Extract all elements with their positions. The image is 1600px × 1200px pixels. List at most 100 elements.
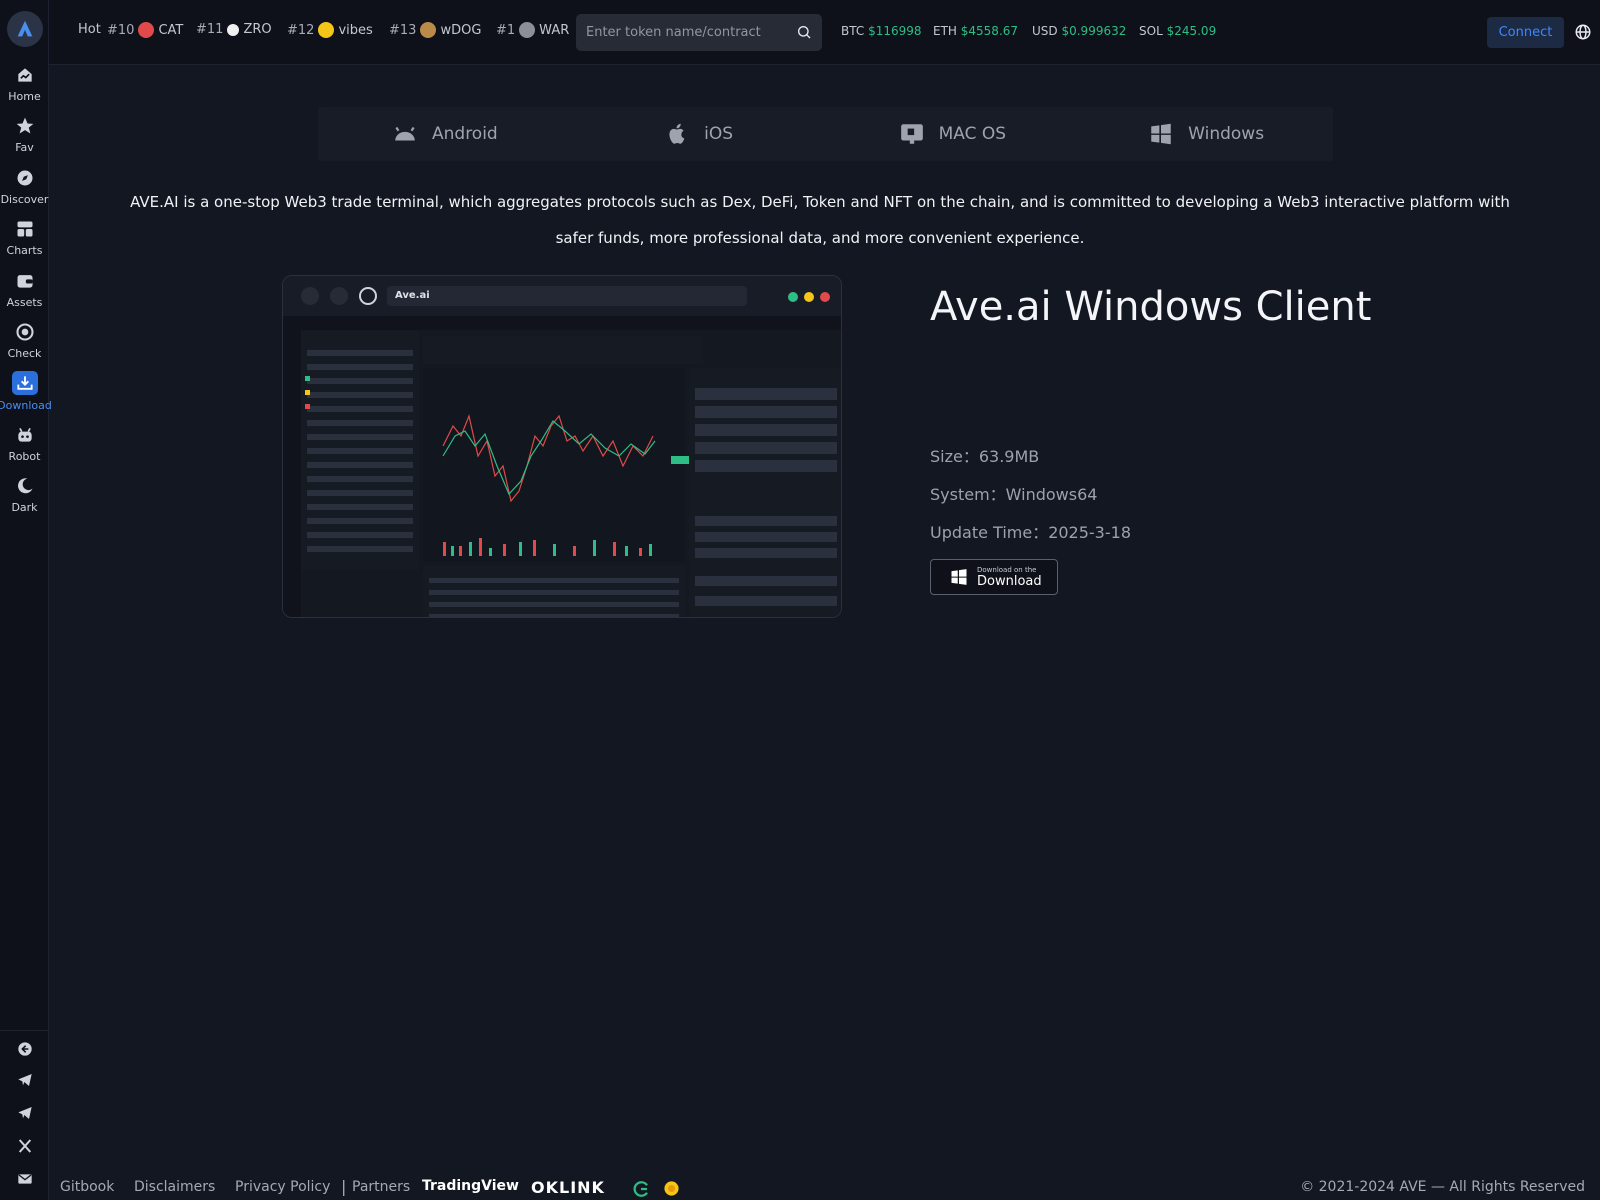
sidebar-item-label: Discover <box>0 193 49 206</box>
ticker-item[interactable]: #1 WAR <box>496 22 569 38</box>
ticker-rank: #1 <box>496 22 516 38</box>
price-value: $245.09 <box>1166 24 1217 38</box>
price-usd: USD $0.999632 <box>1032 24 1126 38</box>
hot-label: Hot <box>78 22 101 37</box>
sidebar-item-download[interactable]: Download <box>0 371 52 419</box>
telegram-link[interactable] <box>0 1068 49 1092</box>
windows-icon <box>951 569 967 585</box>
android-icon <box>395 126 415 141</box>
price-symbol: BTC <box>841 24 865 38</box>
footer-link-privacy-policy[interactable]: Privacy Policy <box>235 1179 330 1195</box>
sidebar-item-charts[interactable]: Charts <box>0 218 49 266</box>
compass-icon <box>14 167 36 189</box>
connect-button[interactable]: Connect <box>1487 17 1564 48</box>
price-value: $0.999632 <box>1061 24 1127 38</box>
moon-icon <box>14 475 36 497</box>
partner-logo-icon[interactable] <box>663 1180 680 1197</box>
price-btc: BTC $116998 <box>841 24 922 38</box>
tab-android[interactable]: Android <box>318 107 572 161</box>
preview-url: Ave.ai <box>387 286 747 306</box>
sidebar-divider <box>0 1030 49 1031</box>
ticker-symbol: vibes <box>338 22 373 38</box>
sidebar: Home Fav Discover Charts Assets Check Do… <box>0 0 52 1200</box>
window-maximize-icon <box>788 292 798 302</box>
ticker-symbol: wDOG <box>440 22 482 38</box>
oklink-logo[interactable]: OKLINK <box>531 1178 605 1197</box>
tab-macos[interactable]: MAC OS <box>826 107 1080 161</box>
sidebar-item-label: Charts <box>6 244 43 257</box>
download-button[interactable]: Download on the Download <box>930 559 1058 595</box>
ticker-rank: #10 <box>107 22 135 38</box>
ticker-symbol: CAT <box>158 22 184 38</box>
client-update-time: Update Time：2025-3-18 <box>930 523 1131 542</box>
reload-icon <box>359 287 377 305</box>
price-value: $116998 <box>868 24 922 38</box>
sidebar-item-label: Assets <box>6 296 43 309</box>
ticker-symbol: ZRO <box>243 22 272 37</box>
price-symbol: ETH <box>933 24 957 38</box>
apple-icon <box>669 123 685 144</box>
telegram-icon <box>17 1074 32 1086</box>
mail-link[interactable] <box>0 1167 49 1191</box>
copyright-text: © 2021-2024 AVE — All Rights Reserved <box>1300 1179 1585 1195</box>
radar-icon <box>14 321 36 343</box>
telegram-icon <box>17 1107 32 1119</box>
back-icon <box>301 287 319 305</box>
ticker-rank: #11 <box>196 22 224 37</box>
tab-windows[interactable]: Windows <box>1079 107 1333 161</box>
x-link[interactable] <box>0 1134 49 1158</box>
search-input[interactable] <box>586 25 786 40</box>
download-icon <box>11 371 38 395</box>
token-avatar-icon <box>227 23 240 36</box>
price-value: $4558.67 <box>960 24 1019 38</box>
price-eth: ETH $4558.67 <box>933 24 1018 38</box>
window-minimize-icon <box>804 292 814 302</box>
sidebar-item-label: Download <box>0 399 52 412</box>
ticker-symbol: WAR <box>539 22 570 38</box>
ave-logo[interactable] <box>7 11 43 47</box>
sidebar-item-label: Robot <box>8 450 41 463</box>
tab-label: iOS <box>704 124 734 144</box>
ticker-rank: #12 <box>287 22 315 38</box>
ticker-item[interactable]: #10 CAT <box>107 22 183 38</box>
trading-terminal-preview-graphic <box>283 316 841 617</box>
price-symbol: USD <box>1032 24 1058 38</box>
footer-link-gitbook[interactable]: Gitbook <box>60 1179 114 1195</box>
arrow-left-circle-icon <box>17 1042 32 1056</box>
ticker-item[interactable]: #11 ZRO <box>196 22 272 37</box>
home-icon <box>14 64 36 86</box>
search-box <box>576 14 822 51</box>
price-sol: SOL $245.09 <box>1139 24 1216 38</box>
star-icon <box>14 115 36 137</box>
sidebar-item-robot[interactable]: Robot <box>0 424 49 472</box>
telegram-channel-link[interactable] <box>0 1101 49 1125</box>
client-system: System：Windows64 <box>930 485 1098 504</box>
layout-icon <box>14 218 36 240</box>
token-avatar-icon <box>138 22 155 38</box>
partner-logo-icon[interactable] <box>632 1180 650 1198</box>
tab-label: Android <box>432 124 498 144</box>
x-icon <box>18 1139 31 1153</box>
forward-icon <box>330 287 348 305</box>
globe-icon[interactable] <box>1574 23 1592 41</box>
sidebar-item-dark[interactable]: Dark <box>0 475 49 523</box>
footer-link-partners[interactable]: Partners <box>352 1179 410 1195</box>
sidebar-item-fav[interactable]: Fav <box>0 115 49 163</box>
tradingview-logo[interactable]: TradingView <box>422 1178 519 1194</box>
window-close-icon <box>820 292 830 302</box>
ticker-item[interactable]: #12 vibes <box>287 22 373 38</box>
footer-link-disclaimers[interactable]: Disclaimers <box>134 1179 215 1195</box>
sidebar-item-assets[interactable]: Assets <box>0 270 49 318</box>
ticker-item[interactable]: #13 wDOG <box>389 22 481 38</box>
product-description: AVE.AI is a one-stop Web3 trade terminal… <box>130 193 1510 247</box>
sidebar-item-discover[interactable]: Discover <box>0 167 49 215</box>
collapse-sidebar-button[interactable] <box>0 1037 49 1061</box>
monitor-icon <box>900 124 923 144</box>
search-icon[interactable] <box>796 24 812 40</box>
tab-ios[interactable]: iOS <box>572 107 826 161</box>
token-avatar-icon <box>420 22 437 38</box>
platform-tabs: Android iOS MAC OS Windows <box>318 107 1333 161</box>
client-title: Ave.ai Windows Client <box>930 284 1372 330</box>
sidebar-item-check[interactable]: Check <box>0 321 49 369</box>
sidebar-item-home[interactable]: Home <box>0 64 49 112</box>
